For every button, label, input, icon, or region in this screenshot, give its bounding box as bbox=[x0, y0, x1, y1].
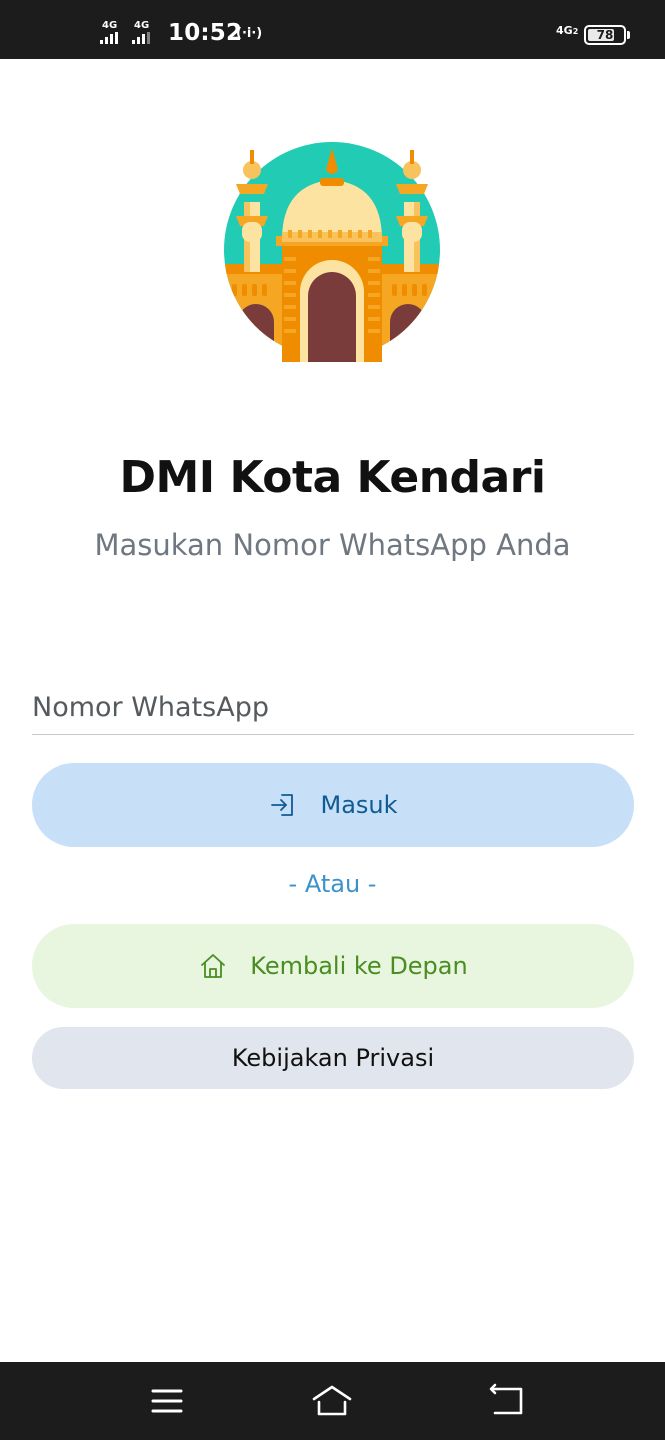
hotspot-icon: (·i·) bbox=[236, 26, 263, 41]
mosque-icon bbox=[220, 132, 444, 362]
menu-icon[interactable] bbox=[147, 1382, 187, 1420]
network-type-sim2: 4G bbox=[134, 20, 150, 31]
back-icon[interactable] bbox=[487, 1382, 527, 1420]
navigation-bar bbox=[0, 1362, 665, 1440]
login-icon bbox=[268, 790, 298, 820]
battery-level: 78 bbox=[596, 28, 614, 42]
home-nav-icon[interactable] bbox=[312, 1382, 352, 1420]
app-title: DMI Kota Kendari bbox=[119, 452, 546, 503]
or-separator: - Atau - bbox=[288, 870, 377, 898]
app-subtitle: Masukan Nomor WhatsApp Anda bbox=[94, 528, 571, 562]
signal-bars-icon bbox=[132, 32, 158, 44]
back-to-home-button[interactable]: Kembali ke Depan bbox=[32, 924, 634, 1008]
home-icon bbox=[198, 951, 228, 981]
login-button[interactable]: Masuk bbox=[32, 763, 634, 847]
network-type-sim1: 4G bbox=[102, 20, 118, 31]
right-network-type: 4G2 bbox=[556, 24, 579, 37]
status-bar: 4G 4G 10:52 (·i·) 4G2 78 bbox=[0, 0, 665, 59]
home-label: Kembali ke Depan bbox=[250, 952, 468, 980]
battery-icon: 78 bbox=[584, 25, 630, 45]
status-time: 10:52 bbox=[168, 20, 243, 46]
privacy-label: Kebijakan Privasi bbox=[231, 1044, 435, 1072]
login-label: Masuk bbox=[320, 791, 398, 819]
phone-number-input[interactable] bbox=[32, 680, 634, 735]
signal-bars-icon bbox=[100, 32, 126, 44]
privacy-policy-button[interactable]: Kebijakan Privasi bbox=[32, 1027, 634, 1089]
